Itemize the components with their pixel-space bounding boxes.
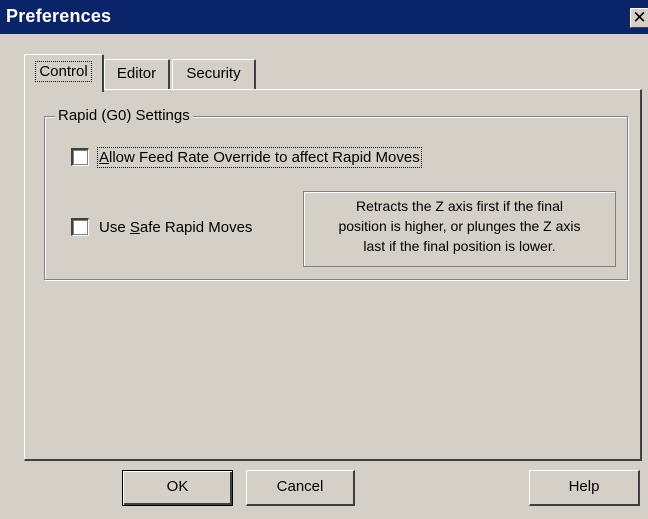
feed-rate-override-label[interactable]: Allow Feed Rate Override to affect Rapid… bbox=[97, 146, 422, 168]
tab-control-label: Control bbox=[35, 61, 92, 82]
feed-rate-override-option[interactable]: Allow Feed Rate Override to affect Rapid… bbox=[71, 146, 422, 168]
safe-rapid-checkbox[interactable] bbox=[71, 218, 89, 236]
description-line: position is higher, or plunges the Z axi… bbox=[338, 218, 581, 234]
description-line: last if the final position is lower. bbox=[363, 238, 556, 254]
feed-rate-override-mnemonic: A bbox=[99, 148, 110, 166]
title-bar[interactable]: Preferences ✕ bbox=[0, 0, 648, 34]
close-icon: ✕ bbox=[632, 8, 647, 27]
description-line: Retracts the Z axis first if the final bbox=[356, 198, 563, 214]
window-title: Preferences bbox=[6, 6, 112, 26]
preferences-dialog: Preferences ✕ Security Editor Control Ra… bbox=[0, 0, 648, 519]
feed-rate-override-checkbox[interactable] bbox=[71, 148, 89, 166]
safe-rapid-description: Retracts the Z axis first if the final p… bbox=[303, 191, 616, 267]
ok-button[interactable]: OK bbox=[122, 470, 233, 506]
tab-control[interactable]: Control bbox=[24, 54, 104, 92]
safe-rapid-option[interactable]: Use Safe Rapid Moves bbox=[71, 218, 252, 236]
tab-editor[interactable]: Editor bbox=[104, 59, 170, 90]
tab-editor-label: Editor bbox=[116, 65, 157, 82]
tab-security[interactable]: Security bbox=[172, 59, 256, 90]
tab-security-label: Security bbox=[186, 65, 241, 82]
safe-rapid-label-rest: afe Rapid Moves bbox=[139, 218, 253, 236]
control-tab-panel: Rapid (G0) Settings Allow Feed Rate Over… bbox=[24, 89, 642, 461]
feed-rate-override-label-rest: llow Feed Rate Override to affect Rapid … bbox=[109, 148, 420, 166]
rapid-settings-group: Rapid (G0) Settings Allow Feed Rate Over… bbox=[44, 107, 628, 280]
close-button[interactable]: ✕ bbox=[630, 8, 648, 28]
safe-rapid-mnemonic: S bbox=[129, 218, 140, 236]
safe-rapid-label-pre: Use bbox=[99, 218, 130, 236]
help-button[interactable]: Help bbox=[529, 470, 640, 506]
group-title: Rapid (G0) Settings bbox=[55, 107, 193, 125]
safe-rapid-label[interactable]: Use Safe Rapid Moves bbox=[99, 219, 252, 236]
cancel-button[interactable]: Cancel bbox=[246, 470, 355, 506]
